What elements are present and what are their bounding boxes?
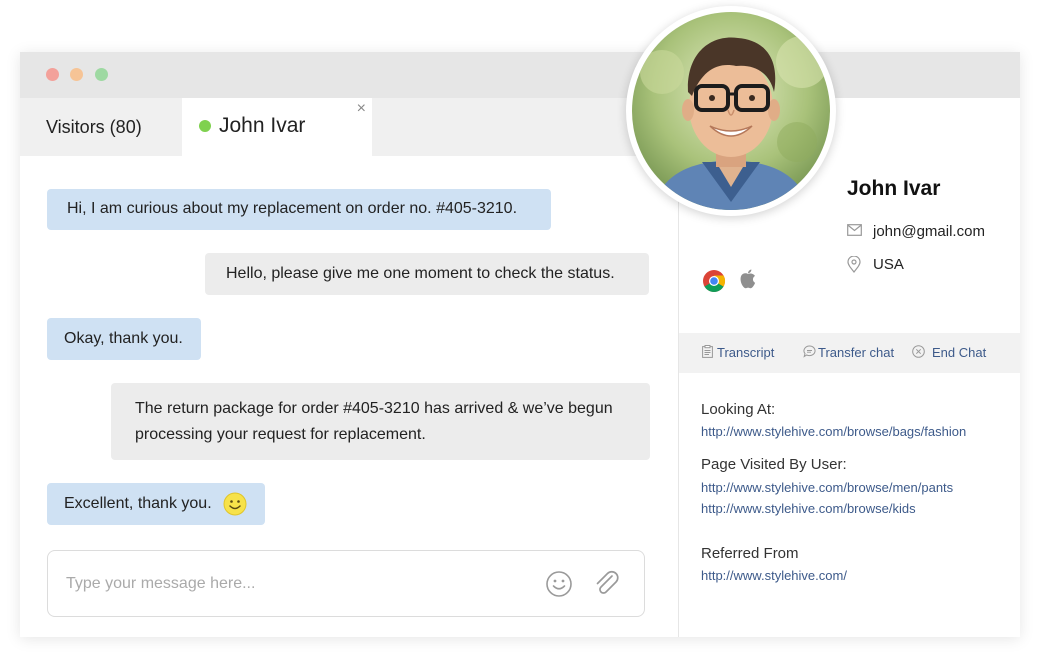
tab-chat-john-ivar[interactable]: John Ivar × bbox=[182, 98, 372, 156]
visitor-name: John Ivar bbox=[847, 177, 941, 200]
avatar bbox=[626, 6, 836, 216]
message-composer bbox=[47, 550, 645, 617]
chrome-icon bbox=[703, 270, 725, 292]
envelope-icon bbox=[847, 224, 862, 236]
visited-page-link[interactable]: http://www.stylehive.com/browse/men/pant… bbox=[701, 480, 953, 495]
agent-message: Hello, please give me one moment to chec… bbox=[205, 253, 649, 295]
looking-at-label: Looking At: bbox=[701, 401, 776, 418]
referred-from-label: Referred From bbox=[701, 545, 799, 562]
clipboard-icon bbox=[702, 345, 713, 358]
paperclip-icon[interactable] bbox=[592, 569, 622, 599]
title-bar bbox=[20, 52, 1020, 98]
tab-bar: Visitors (80) John Ivar × bbox=[20, 98, 678, 156]
visitor-message-text: Excellent, thank you. bbox=[64, 495, 212, 512]
agent-message: The return package for order #405-3210 h… bbox=[111, 383, 650, 460]
visitor-message: Excellent, thank you. bbox=[47, 483, 265, 525]
location-pin-icon bbox=[847, 256, 861, 273]
referred-from-link[interactable]: http://www.stylehive.com/ bbox=[701, 568, 847, 583]
looking-at-link[interactable]: http://www.stylehive.com/browse/bags/fas… bbox=[701, 424, 966, 439]
close-circle-icon bbox=[912, 345, 925, 358]
tab-visitors[interactable]: Visitors (80) bbox=[20, 98, 182, 156]
visitor-country: USA bbox=[873, 256, 904, 273]
transfer-chat-label: Transfer chat bbox=[818, 345, 895, 360]
visitor-message: Okay, thank you. bbox=[47, 318, 201, 360]
smiley-emoji-icon bbox=[223, 492, 247, 516]
close-tab-icon[interactable]: × bbox=[357, 100, 366, 118]
close-window-button[interactable] bbox=[46, 68, 59, 81]
tab-label: John Ivar bbox=[219, 114, 306, 137]
online-status-dot bbox=[199, 120, 211, 132]
chat-window: Visitors (80) John Ivar × Hi, I am curio… bbox=[20, 52, 1020, 637]
apple-icon bbox=[740, 269, 756, 289]
maximize-window-button[interactable] bbox=[95, 68, 108, 81]
smiley-icon[interactable] bbox=[545, 570, 573, 598]
minimize-window-button[interactable] bbox=[70, 68, 83, 81]
visited-page-link[interactable]: http://www.stylehive.com/browse/kids bbox=[701, 501, 916, 516]
visitor-message: Hi, I am curious about my replacement on… bbox=[47, 189, 551, 230]
message-input[interactable] bbox=[64, 571, 508, 597]
chat-bubble-icon bbox=[803, 345, 816, 358]
transcript-label: Transcript bbox=[717, 345, 775, 360]
pages-visited-label: Page Visited By User: bbox=[701, 456, 847, 473]
chat-actions-bar: Transcript Transfer chat End Chat bbox=[679, 333, 1020, 373]
visitor-photo bbox=[632, 12, 830, 210]
agent-message-line: The return package for order #405-3210 h… bbox=[135, 400, 613, 417]
visitor-email: john@gmail.com bbox=[873, 223, 985, 240]
chat-transcript: Hi, I am curious about my replacement on… bbox=[20, 156, 678, 637]
end-chat-label: End Chat bbox=[932, 345, 987, 360]
agent-message-line: processing your request for replacement. bbox=[135, 426, 426, 443]
